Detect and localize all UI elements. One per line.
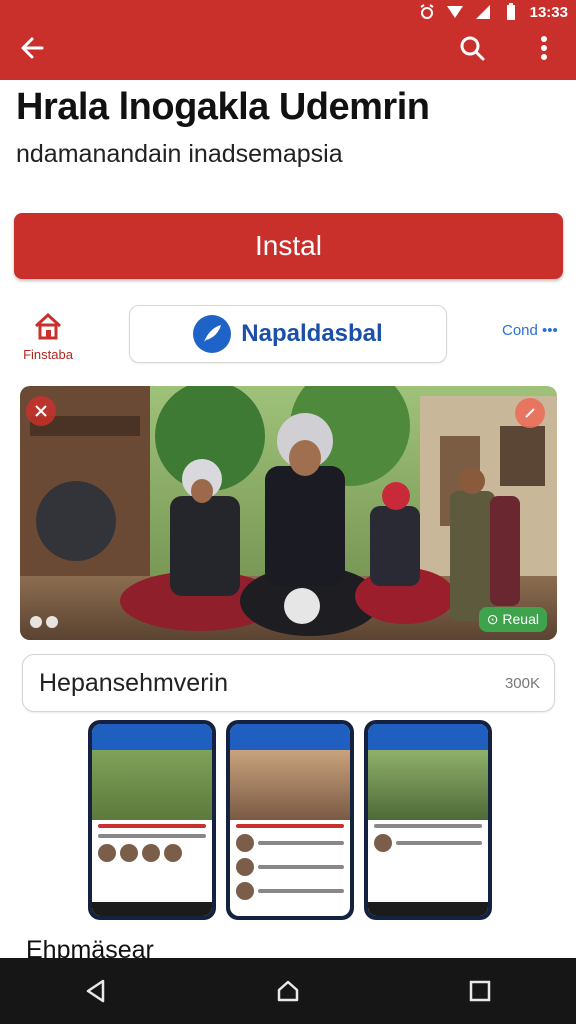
phone-line bbox=[258, 865, 344, 869]
back-arrow-icon bbox=[21, 37, 44, 59]
feather-icon bbox=[204, 325, 222, 342]
search-button[interactable] bbox=[452, 28, 492, 68]
phone-row bbox=[236, 834, 344, 852]
phone-line bbox=[258, 841, 344, 845]
phone-row bbox=[236, 824, 344, 828]
hero-image[interactable]: ⊙ Reual bbox=[20, 386, 557, 640]
share-icon bbox=[525, 408, 535, 418]
phone-line bbox=[258, 889, 344, 893]
app-subtitle: ndamanandain inadsemapsia bbox=[16, 140, 343, 168]
phone-line bbox=[98, 824, 206, 828]
nav-back-button[interactable] bbox=[72, 967, 120, 1015]
phone-avatar bbox=[374, 834, 392, 852]
battery-icon bbox=[506, 3, 515, 20]
phone-nav bbox=[368, 902, 488, 916]
phone-avatar bbox=[164, 844, 182, 862]
hero-left-badge[interactable] bbox=[26, 396, 56, 426]
search-icon bbox=[460, 36, 485, 61]
phone-header bbox=[368, 724, 488, 750]
phone-avatar bbox=[236, 834, 254, 852]
pagination-dot bbox=[30, 616, 42, 628]
phone-avatar bbox=[98, 844, 116, 862]
phone-row bbox=[98, 824, 206, 828]
nav-home-icon bbox=[277, 980, 299, 1002]
signal-icon bbox=[446, 6, 463, 18]
phone-row bbox=[236, 882, 344, 900]
screenshot-phone-2[interactable] bbox=[226, 720, 354, 920]
phone-line bbox=[98, 834, 206, 838]
phone-row bbox=[374, 834, 482, 852]
phone-list bbox=[230, 820, 350, 910]
nav-recents-button[interactable] bbox=[456, 967, 504, 1015]
hero-photo bbox=[20, 386, 557, 640]
field-count: 300K bbox=[504, 675, 540, 692]
nav-recents-icon bbox=[469, 980, 491, 1002]
nav-home-button[interactable] bbox=[264, 967, 312, 1015]
alarm-icon bbox=[420, 4, 434, 19]
developer-name: Napaldasbal bbox=[241, 320, 383, 347]
app-store-page: 13:33 Hrala lnogakla Udemrin ndamanandai… bbox=[0, 0, 576, 1024]
phone-header bbox=[230, 724, 350, 750]
phone-nav bbox=[92, 902, 212, 916]
app-title: Hrala lnogakla Udemrin bbox=[16, 86, 430, 128]
developer-card[interactable]: Napaldasbal bbox=[129, 305, 447, 363]
phone-avatar bbox=[236, 882, 254, 900]
home-link[interactable]: Finstaba bbox=[20, 312, 76, 362]
badge-dot-icon: ⊙ bbox=[486, 611, 503, 627]
phone-photo bbox=[92, 750, 212, 820]
screenshot-phone-1[interactable] bbox=[88, 720, 216, 920]
app-bar: 13:33 bbox=[0, 0, 576, 80]
overflow-menu-button[interactable] bbox=[524, 28, 564, 68]
cellular-icon bbox=[475, 5, 490, 19]
home-label: Finstaba bbox=[23, 347, 73, 362]
info-field[interactable]: Hepansehmverin 300K bbox=[22, 654, 555, 712]
phone-photo bbox=[230, 750, 350, 820]
phone-row bbox=[374, 824, 482, 828]
screenshot-phone-3[interactable] bbox=[364, 720, 492, 920]
nav-back-icon bbox=[86, 979, 105, 1003]
phone-screen bbox=[92, 724, 212, 916]
phone-avatar bbox=[142, 844, 160, 862]
phone-list bbox=[368, 820, 488, 862]
hero-status-badge[interactable]: ⊙ Reual bbox=[478, 607, 547, 632]
phone-list bbox=[92, 820, 212, 872]
phone-line bbox=[374, 824, 482, 828]
contact-link[interactable]: Cond ••• bbox=[502, 322, 558, 339]
hero-badge-label: Reual bbox=[502, 611, 539, 627]
phone-screen bbox=[368, 724, 488, 916]
back-button[interactable] bbox=[12, 28, 52, 68]
phone-avatar bbox=[120, 844, 138, 862]
phone-line bbox=[396, 841, 482, 845]
status-time: 13:33 bbox=[529, 3, 568, 21]
phone-line bbox=[236, 824, 344, 828]
phone-avatar bbox=[236, 858, 254, 876]
field-text: Hepansehmverin bbox=[39, 669, 228, 697]
system-nav-bar bbox=[0, 958, 576, 1024]
install-button[interactable]: Instal bbox=[14, 213, 563, 279]
phone-header bbox=[92, 724, 212, 750]
pagination-dot bbox=[46, 616, 58, 628]
phone-photo bbox=[368, 750, 488, 820]
expand-icon bbox=[35, 405, 47, 417]
hero-pagination bbox=[30, 616, 58, 628]
overflow-menu-icon bbox=[541, 36, 547, 60]
hero-right-badge[interactable] bbox=[515, 398, 545, 428]
phone-row bbox=[98, 844, 206, 862]
home-icon bbox=[34, 312, 62, 340]
phone-row bbox=[98, 834, 206, 838]
developer-logo bbox=[193, 315, 232, 353]
phone-screen bbox=[230, 724, 350, 916]
phone-row bbox=[236, 858, 344, 876]
status-bar: 13:33 bbox=[418, 0, 568, 24]
